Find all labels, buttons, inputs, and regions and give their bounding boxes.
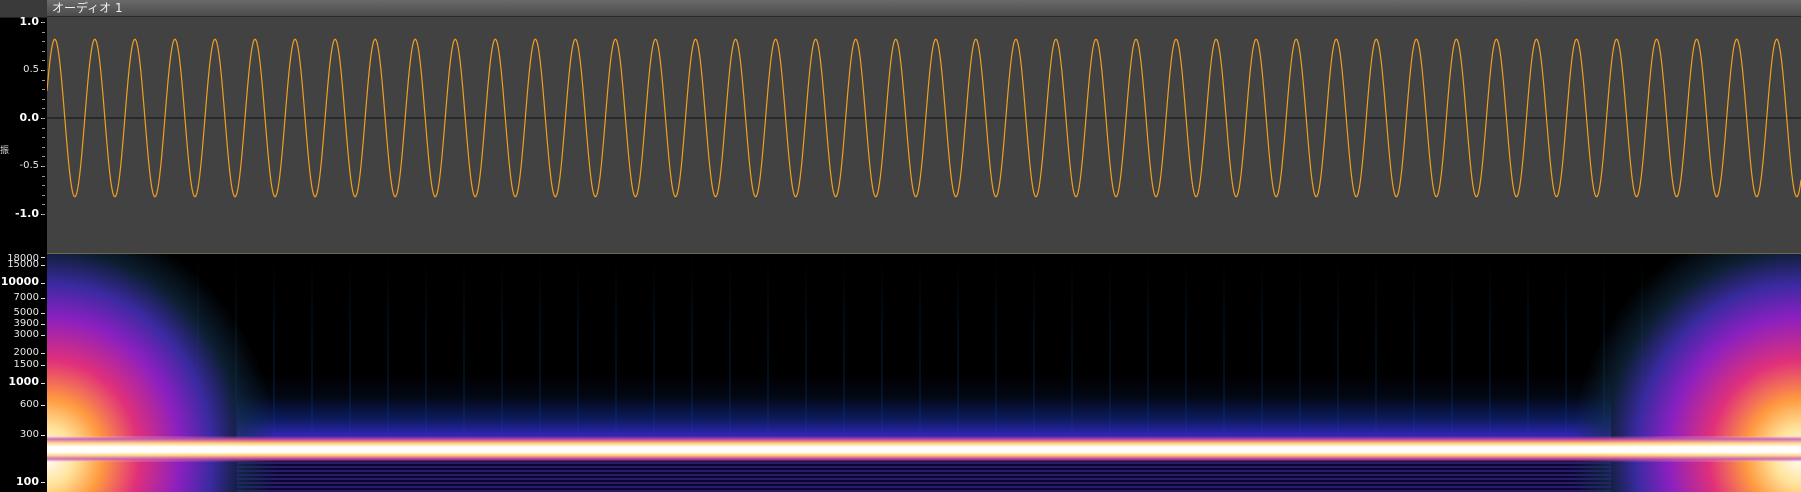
frequency-tick xyxy=(41,323,45,325)
amplitude-minor-tick xyxy=(42,98,45,100)
amplitude-ruler[interactable]: 振 1.0 0.5 0.0 -0.5 -1.0 xyxy=(0,15,47,253)
frequency-tick xyxy=(41,382,45,384)
track-title: オーディオ 1 xyxy=(52,1,123,15)
frequency-tick-label: 3000 xyxy=(13,329,39,341)
frequency-tick-label: 5000 xyxy=(13,306,39,318)
frequency-tick-label: 7000 xyxy=(13,292,39,304)
waveform-svg xyxy=(47,38,1801,198)
amplitude-minor-tick xyxy=(42,50,45,52)
amplitude-minor-tick xyxy=(42,89,45,91)
frequency-tick xyxy=(41,434,45,436)
amplitude-minor-tick xyxy=(42,204,45,206)
frequency-tick-label: 600 xyxy=(19,398,39,410)
amplitude-minor-tick xyxy=(42,156,45,158)
frequency-tick xyxy=(41,265,45,267)
amplitude-minor-tick xyxy=(42,41,45,43)
frequency-tick-label: 2000 xyxy=(13,346,39,358)
amplitude-minor-tick xyxy=(42,214,45,215)
amplitude-minor-tick xyxy=(42,175,45,177)
frequency-tick xyxy=(41,482,45,484)
amplitude-minor-tick xyxy=(42,60,45,62)
audio-editor-window: 振 1.0 0.5 0.0 -0.5 -1.0 18000 15000 10000 7000 5… xyxy=(0,0,1801,492)
amplitude-minor-tick xyxy=(42,127,45,129)
amplitude-tick-label: 0.0 xyxy=(19,111,40,124)
waveform-view[interactable] xyxy=(47,17,1801,253)
amplitude-minor-tick xyxy=(42,70,45,71)
frequency-tick xyxy=(41,298,45,300)
frequency-tick-label: 3900 xyxy=(13,317,39,329)
frequency-tick-label: 1500 xyxy=(13,359,39,371)
amplitude-minor-tick xyxy=(42,22,45,23)
spectrogram-harmonic-band xyxy=(237,374,1611,440)
amplitude-minor-tick xyxy=(42,166,45,167)
amplitude-minor-tick xyxy=(42,31,45,33)
spectrogram-view[interactable] xyxy=(47,254,1801,492)
amplitude-minor-tick xyxy=(42,118,45,119)
amplitude-minor-tick xyxy=(42,137,45,139)
amplitude-tick-label: -1.0 xyxy=(14,207,39,220)
frequency-tick xyxy=(41,312,45,314)
frequency-tick-label: 100 xyxy=(16,474,39,488)
frequency-tick xyxy=(41,282,45,284)
vertical-ruler: 振 1.0 0.5 0.0 -0.5 -1.0 18000 15000 10000 7000 5… xyxy=(0,0,47,492)
frequency-tick-label: 1000 xyxy=(8,375,39,389)
frequency-tick xyxy=(41,352,45,354)
amplitude-minor-tick xyxy=(42,194,45,196)
frequency-tick-label: 10000 xyxy=(0,275,39,289)
amplitude-minor-tick xyxy=(42,185,45,187)
frequency-tick xyxy=(41,257,45,259)
frequency-tick-label: 15000 xyxy=(7,259,39,271)
amplitude-tick-label: 0.5 xyxy=(23,64,39,75)
amplitude-minor-tick xyxy=(42,146,45,148)
amplitude-tick-label: 1.0 xyxy=(19,15,40,28)
frequency-tick xyxy=(41,365,45,367)
track-title-bar[interactable]: オーディオ 1 xyxy=(47,0,1801,17)
frequency-tick-label: 300 xyxy=(19,428,39,440)
frequency-ruler[interactable]: 18000 15000 10000 7000 5000 3900 3000 2000 1500 1… xyxy=(0,254,47,492)
frequency-tick xyxy=(41,404,45,406)
spectrogram-tone-edge xyxy=(47,436,1801,462)
amplitude-tick-label: -0.5 xyxy=(19,160,39,171)
amplitude-minor-tick xyxy=(42,108,45,110)
amplitude-minor-tick xyxy=(42,79,45,81)
amplitude-unit-label: 振 xyxy=(0,146,10,156)
frequency-tick xyxy=(41,335,45,337)
